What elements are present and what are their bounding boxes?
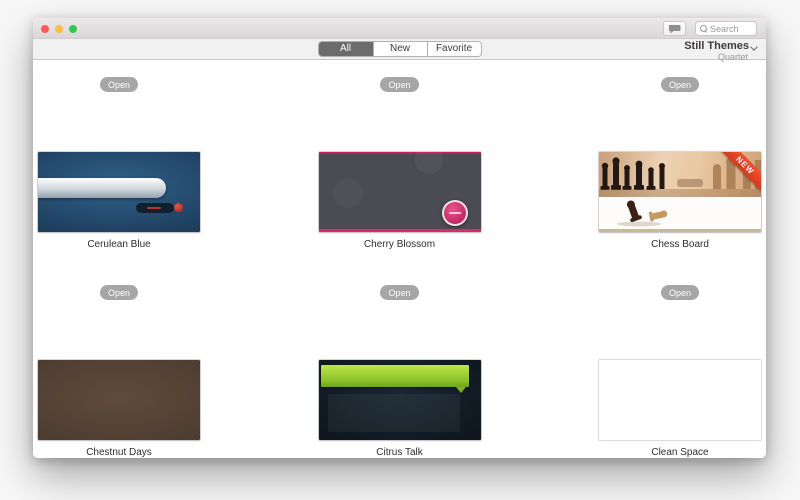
open-button[interactable]: Open: [660, 77, 700, 92]
search-field[interactable]: [695, 21, 757, 36]
chevron-down-icon: [751, 43, 758, 50]
feedback-button[interactable]: [663, 21, 686, 36]
theme-thumbnail-citrus-talk[interactable]: [318, 360, 481, 440]
background-spot-graphic: [333, 178, 363, 208]
theme-name: Chess Board: [651, 239, 709, 250]
zoom-button[interactable]: [69, 25, 77, 33]
collection-variant: Quartet: [717, 52, 748, 62]
collection-name: Still Themes: [684, 40, 749, 52]
titlebar[interactable]: [33, 18, 766, 39]
tab-all[interactable]: All: [318, 42, 373, 56]
theme-thumbnail-chestnut-days[interactable]: [38, 360, 200, 440]
theme-card-cherry-blossom: Open Cherry Blossom: [317, 60, 483, 268]
slide-notch-graphic: [455, 387, 466, 393]
open-button[interactable]: Open: [99, 77, 139, 92]
theme-thumbnail-cherry-blossom[interactable]: [318, 152, 481, 232]
open-button[interactable]: Open: [99, 285, 139, 300]
filter-segmented-control: All New Favorite: [317, 41, 482, 57]
tab-favorite[interactable]: Favorite: [426, 42, 481, 56]
theme-card-citrus-talk: Open Citrus Talk: [317, 268, 483, 458]
slide-bar-graphic: [320, 365, 469, 387]
slide-circle-graphic: [441, 200, 468, 226]
open-button[interactable]: Open: [380, 77, 419, 92]
collection-dropdown[interactable]: Still Themes Quartet: [684, 40, 758, 63]
theme-card-chestnut-days: Open Chestnut Days: [36, 268, 202, 458]
slide-strip-graphic: [599, 229, 761, 232]
speech-bubble-icon: [668, 24, 680, 33]
slide-pill-graphic: [136, 203, 174, 213]
tab-new[interactable]: New: [372, 42, 427, 56]
app-window: All New Favorite Still Themes Quartet Op…: [33, 18, 766, 458]
theme-name: Chestnut Days: [86, 447, 152, 458]
theme-card-cerulean-blue: Open Cerulean Blue: [36, 60, 202, 268]
fallen-chess-pieces-graphic: [617, 200, 668, 227]
close-button[interactable]: [41, 25, 49, 33]
theme-thumbnail-clean-space[interactable]: [599, 360, 761, 440]
slide-bar-graphic: [38, 178, 166, 198]
magnifier-icon: [700, 25, 707, 32]
theme-row-2: Open Chestnut Days Open Citrus Talk Open…: [33, 268, 766, 458]
theme-thumbnail-cerulean-blue[interactable]: [38, 152, 200, 232]
search-input[interactable]: [710, 23, 752, 34]
theme-name: Citrus Talk: [376, 447, 423, 458]
theme-card-clean-space: Open Clean Space: [597, 268, 763, 458]
toolbar: All New Favorite Still Themes Quartet: [33, 39, 766, 63]
background-spot-graphic: [414, 152, 443, 174]
theme-grid: Open Cerulean Blue Open Cherry Blossom O…: [33, 60, 766, 458]
open-button[interactable]: Open: [660, 285, 700, 300]
slide-dot-graphic: [174, 203, 183, 212]
theme-card-chess-board: Open NEW Chess Board: [597, 60, 763, 268]
theme-name: Clean Space: [651, 447, 709, 458]
open-button[interactable]: Open: [380, 285, 419, 300]
theme-name: Cerulean Blue: [87, 239, 151, 250]
theme-thumbnail-chess-board[interactable]: NEW: [599, 152, 761, 232]
theme-row-1: Open Cerulean Blue Open Cherry Blossom O…: [33, 60, 766, 268]
slide-panel-graphic: [327, 394, 460, 432]
minimize-button[interactable]: [55, 25, 63, 33]
theme-name: Cherry Blossom: [363, 239, 436, 250]
traffic-lights: [41, 25, 77, 33]
